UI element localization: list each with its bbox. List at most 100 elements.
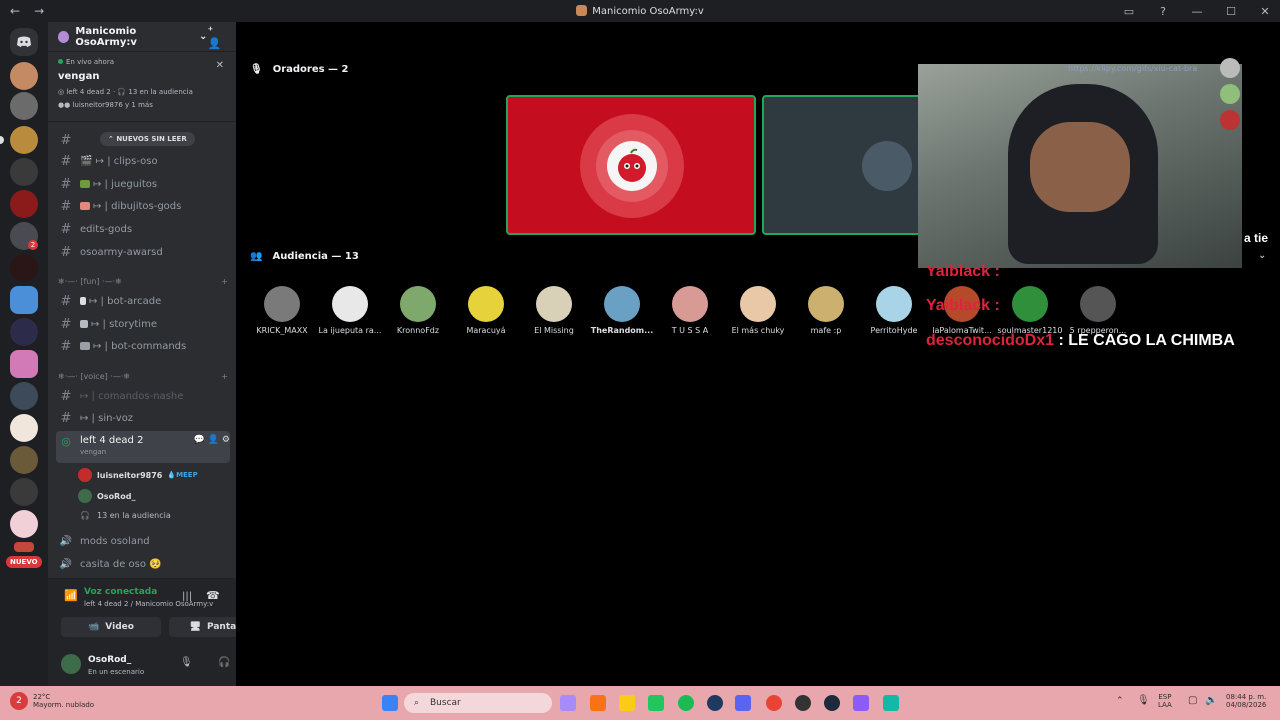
avatar[interactable] [1220,110,1240,130]
channel-comandos-nashe[interactable]: # ↦ | comandos-nashe [56,386,230,406]
forward-arrow-icon[interactable]: → [34,4,44,18]
server-icon[interactable] [10,318,38,346]
microphone-icon[interactable]: 🎙 [1137,695,1150,706]
close-icon[interactable]: ✕ [216,60,224,71]
channel-edits[interactable]: # edits-gods [56,219,230,239]
weather-widget[interactable]: 22°C Mayorm. nublado [33,693,94,709]
server-icon[interactable] [10,446,38,474]
speaker-tile[interactable] [506,95,756,235]
server-icon[interactable] [10,254,38,282]
invite-icon[interactable]: 👤 [208,435,219,445]
minimize-button[interactable]: — [1182,5,1212,18]
app-icon[interactable] [853,695,869,711]
windows-start-icon[interactable] [382,695,398,711]
discord-icon[interactable] [735,695,751,711]
add-channel-icon[interactable]: + [221,277,228,286]
new-unread-pill[interactable]: ⌃ NUEVOS SIN LEER [100,132,195,146]
steam-icon[interactable] [707,695,723,711]
channel-bot-arcade[interactable]: # ↦ | bot-arcade [56,291,230,311]
channel-awards[interactable]: # osoarmy-awarsd [56,242,230,262]
xbox-icon[interactable] [648,695,664,711]
chat-icon[interactable]: 💬 [194,435,205,445]
audience-member[interactable]: Maracuyá [452,286,520,335]
language-indicator[interactable]: ESP LAA [1158,693,1172,709]
folder-icon[interactable] [619,695,635,711]
audience-member[interactable]: KRICK_MAXX [248,286,316,335]
disconnect-icon[interactable]: ☎ [206,589,220,602]
network-icon[interactable]: ▢ [1188,695,1197,706]
audience-member[interactable]: soulmaster1210 [996,286,1064,335]
category-fun[interactable]: ❄·—· [fun] ·—·❄ + [58,277,228,286]
audience-member[interactable]: El más chuky [724,286,792,335]
server-icon[interactable] [10,350,38,378]
server-icon[interactable] [10,190,38,218]
gear-icon[interactable]: ⚙ [222,435,230,445]
chevron-down-icon[interactable]: ⌄ [1258,250,1266,261]
server-icon[interactable] [10,382,38,410]
channel-clips[interactable]: # 🎬 ↦ | clips-oso [56,151,230,171]
category-voice[interactable]: ❄·—· [voice] ·—·❄ + [58,372,228,381]
channel-jueguitos[interactable]: # ↦ | jueguitos [56,174,230,194]
headphones-icon[interactable]: 🎧 [218,657,230,668]
discord-home-icon[interactable] [10,28,38,56]
channel-storytime[interactable]: # ↦ | storytime [56,314,230,334]
notepad-icon[interactable] [883,695,899,711]
clock[interactable]: 08:44 p. m. 04/08/2026 [1226,693,1266,709]
video-button[interactable]: 📹 Video [61,617,161,637]
help-icon[interactable]: ? [1148,5,1178,18]
audience-member[interactable]: KronnoFdz [384,286,452,335]
maximize-button[interactable]: ☐ [1216,5,1246,18]
app-icon[interactable] [824,695,840,711]
audience-member[interactable]: mafe :p [792,286,860,335]
channel-sin-voz[interactable]: # ↦ | sin-voz [56,408,230,428]
close-window-button[interactable]: ✕ [1250,5,1280,18]
audience-member[interactable]: T U S S A [656,286,724,335]
spotify-icon[interactable] [678,695,694,711]
avatar [862,141,912,191]
brave-icon[interactable] [590,695,606,711]
server-icon[interactable] [14,542,34,552]
live-dot-icon [58,59,63,64]
server-icon[interactable] [10,126,38,154]
server-icon[interactable] [10,414,38,442]
server-icon[interactable] [10,510,38,538]
inbox-icon[interactable]: ▭ [1114,5,1144,18]
volume-icon[interactable]: 🔊 [1205,695,1217,706]
copilot-icon[interactable] [560,695,576,711]
avatar[interactable] [1220,84,1240,104]
audience-member[interactable]: El Missing [520,286,588,335]
chevron-up-icon[interactable]: ⌃ [1116,696,1124,706]
avatar[interactable] [1220,58,1240,78]
stage-user[interactable]: luisneitor9876 💧MEEP [78,468,198,482]
live-now-card[interactable]: En vivo ahora vengan ◎ left 4 dead 2 · 🎧… [48,52,236,122]
noise-icon[interactable]: ||| [182,591,192,602]
avatar[interactable] [61,654,81,674]
server-icon[interactable] [10,62,38,90]
stage-user[interactable]: OsoRod_ [78,489,135,503]
audience-member[interactable]: PerritoHyde [860,286,928,335]
category-label: ❄·—· [fun] ·—·❄ [58,277,122,286]
server-icon[interactable] [10,158,38,186]
obs-icon[interactable] [795,695,811,711]
server-icon[interactable] [10,286,38,314]
add-member-icon[interactable]: ⁺👤 [207,24,226,50]
weather-alert-icon[interactable]: 2 [10,692,28,710]
chrome-icon[interactable] [766,695,782,711]
channel-dibujitos[interactable]: # ↦ | dibujitos-gods [56,196,230,216]
server-icon[interactable] [10,92,38,120]
taskbar-search[interactable]: ⌕ Buscar [404,693,552,713]
back-arrow-icon[interactable]: ← [10,4,20,18]
speaker-tile[interactable] [762,95,922,235]
stage-channel-left4dead2[interactable]: ◎ left 4 dead 2 vengan 💬 👤 ⚙ [56,431,230,463]
voice-channel-casita[interactable]: 🔊 casita de oso 🥺 [56,554,230,574]
voice-channel-mods[interactable]: 🔊 mods osoland [56,531,230,551]
audience-count[interactable]: 🎧 13 en la audiencia [78,511,171,520]
server-header[interactable]: Manicomio OsoArmy:v ⌄ ⁺👤 [48,22,236,52]
audience-member[interactable]: TheRandom... [588,286,656,335]
add-channel-icon[interactable]: + [221,372,228,381]
channel-bot-commands[interactable]: # ↦ | bot-commands [56,336,230,356]
audience-member[interactable]: La ijueputa ra... [316,286,384,335]
microphone-icon[interactable]: 🎙 [180,657,193,668]
server-icon[interactable] [10,478,38,506]
audience-member[interactable]: 5 rpepperon... [1064,286,1132,335]
